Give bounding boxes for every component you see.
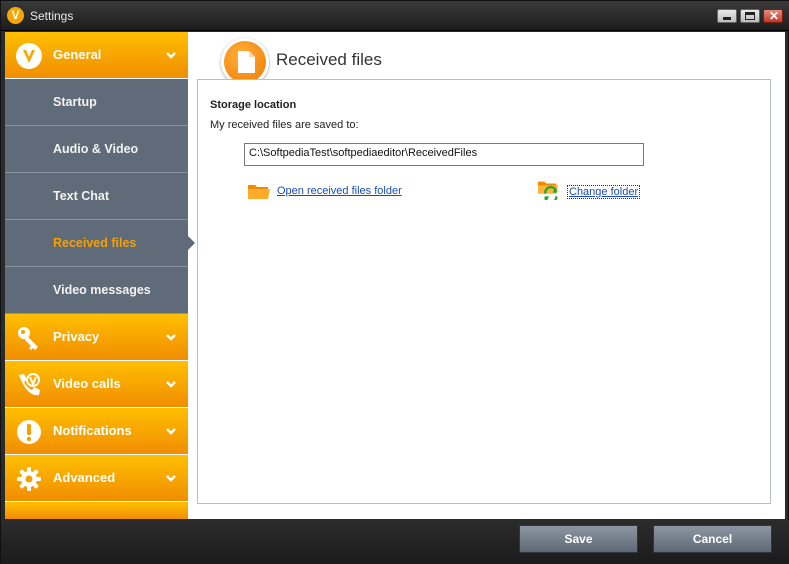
close-button[interactable]: ✕ bbox=[763, 9, 783, 23]
chevron-down-icon bbox=[166, 52, 176, 59]
sidebar-item-general[interactable]: General bbox=[5, 32, 188, 79]
chevron-down-icon bbox=[166, 381, 176, 388]
maximize-button[interactable] bbox=[740, 9, 760, 23]
window-title: Settings bbox=[30, 9, 74, 23]
title-bar[interactable]: V Settings ✕ bbox=[1, 1, 789, 31]
sidebar-item-label: Startup bbox=[53, 95, 97, 109]
sidebar-item-video-messages[interactable]: Video messages bbox=[5, 267, 188, 314]
sidebar-item-label: Advanced bbox=[53, 470, 116, 485]
sidebar-item-label: Privacy bbox=[53, 329, 100, 344]
sidebar-item-received-files[interactable]: Received files bbox=[5, 220, 188, 267]
sidebar-item-privacy[interactable]: Privacy bbox=[5, 314, 188, 361]
chevron-down-icon bbox=[166, 475, 176, 482]
received-files-icon-circle bbox=[224, 41, 266, 83]
received-files-path-field[interactable]: C:\SoftpediaTest\softpediaeditor\Receive… bbox=[244, 143, 644, 166]
bottom-bar: Save Cancel bbox=[1, 520, 789, 564]
sidebar-item-notifications[interactable]: Notifications bbox=[5, 408, 188, 455]
sidebar-item-audio-video[interactable]: Audio & Video bbox=[5, 126, 188, 173]
gear-icon bbox=[17, 467, 41, 491]
change-folder-link[interactable]: Change folder bbox=[567, 185, 641, 199]
viber-v-icon: V bbox=[7, 7, 24, 24]
sidebar-footer bbox=[5, 502, 188, 519]
settings-content: General Startup Audio & Video Text Chat … bbox=[5, 32, 785, 519]
sidebar-item-text-chat[interactable]: Text Chat bbox=[5, 173, 188, 220]
storage-location-heading: Storage location bbox=[210, 99, 297, 111]
sidebar-item-label: Text Chat bbox=[53, 189, 110, 203]
storage-panel: Storage location My received files are s… bbox=[197, 79, 771, 504]
minimize-button[interactable] bbox=[717, 9, 737, 23]
phone-icon bbox=[19, 373, 40, 396]
maximize-icon bbox=[745, 12, 755, 20]
minimize-icon bbox=[723, 17, 731, 20]
sidebar-item-label: Audio & Video bbox=[53, 142, 139, 156]
storage-location-description: My received files are saved to: bbox=[210, 119, 359, 131]
sidebar-item-label: Video messages bbox=[53, 283, 151, 297]
chevron-down-icon bbox=[166, 428, 176, 435]
document-icon bbox=[238, 51, 255, 73]
page-title: Received files bbox=[276, 50, 382, 69]
save-button[interactable]: Save bbox=[519, 525, 638, 553]
sidebar-item-advanced[interactable]: Advanced bbox=[5, 455, 188, 502]
folder-icon[interactable] bbox=[246, 180, 272, 202]
sidebar-item-label: General bbox=[53, 47, 102, 62]
sidebar: General Startup Audio & Video Text Chat … bbox=[5, 32, 188, 519]
sidebar-item-label: Received files bbox=[53, 236, 137, 250]
sidebar-item-label: Video calls bbox=[53, 376, 121, 391]
cancel-button[interactable]: Cancel bbox=[653, 525, 772, 553]
settings-window: V Settings ✕ General Startup Audio & Vid… bbox=[0, 0, 789, 564]
open-received-files-folder-link[interactable]: Open received files folder bbox=[277, 185, 402, 197]
sidebar-item-startup[interactable]: Startup bbox=[5, 79, 188, 126]
sidebar-item-label: Notifications bbox=[53, 423, 132, 438]
change-folder-icon[interactable] bbox=[536, 178, 562, 200]
close-icon: ✕ bbox=[768, 9, 780, 23]
active-item-pointer bbox=[188, 236, 195, 250]
chevron-down-icon bbox=[166, 334, 176, 341]
sidebar-item-video-calls[interactable]: Video calls bbox=[5, 361, 188, 408]
exclamation-icon bbox=[17, 420, 41, 444]
viber-logo-icon bbox=[16, 43, 42, 69]
key-icon bbox=[18, 327, 38, 350]
